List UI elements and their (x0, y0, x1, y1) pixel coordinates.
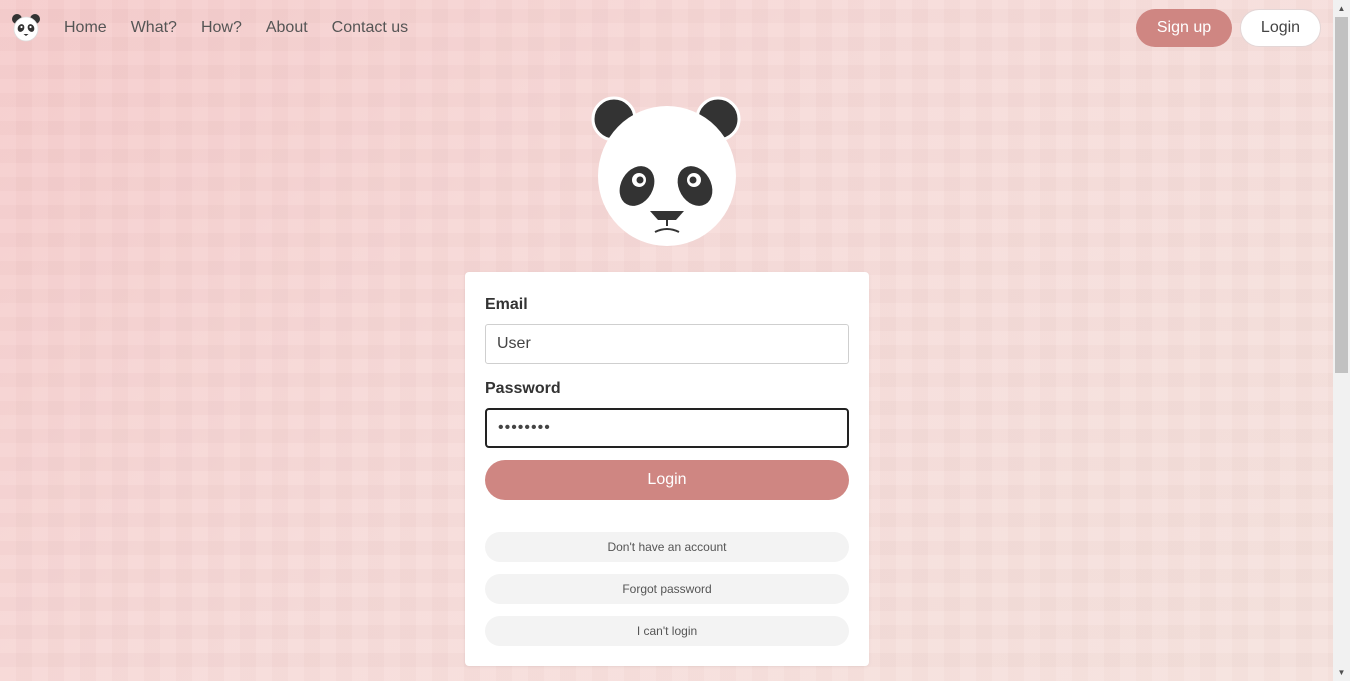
password-field[interactable] (485, 408, 849, 448)
nav-link-how[interactable]: How? (201, 18, 242, 38)
forgot-password-button[interactable]: Forgot password (485, 574, 849, 604)
nav-login-button[interactable]: Login (1240, 9, 1321, 47)
nav-link-what[interactable]: What? (131, 18, 177, 38)
nav-link-about[interactable]: About (266, 18, 308, 38)
cant-login-button[interactable]: I can't login (485, 616, 849, 646)
scroll-up-icon[interactable]: ▲ (1333, 0, 1350, 17)
nav-links: Home What? How? About Contact us (64, 18, 432, 38)
scroll-thumb[interactable] (1335, 17, 1348, 373)
vertical-scrollbar[interactable]: ▲ ▼ (1333, 0, 1350, 681)
login-card: Email Password Login Don't have an accou… (465, 272, 869, 666)
email-label: Email (485, 296, 528, 313)
scroll-down-icon[interactable]: ▼ (1333, 664, 1350, 681)
signup-button[interactable]: Sign up (1136, 9, 1232, 47)
password-label: Password (485, 380, 561, 397)
login-button[interactable]: Login (485, 460, 849, 500)
panda-face-icon (591, 96, 741, 246)
navbar: Home What? How? About Contact us Sign up… (0, 0, 1333, 57)
panda-logo-icon[interactable] (11, 13, 41, 43)
no-account-button[interactable]: Don't have an account (485, 532, 849, 562)
nav-link-contact[interactable]: Contact us (332, 18, 408, 38)
nav-link-home[interactable]: Home (64, 18, 107, 38)
email-field[interactable] (485, 324, 849, 364)
